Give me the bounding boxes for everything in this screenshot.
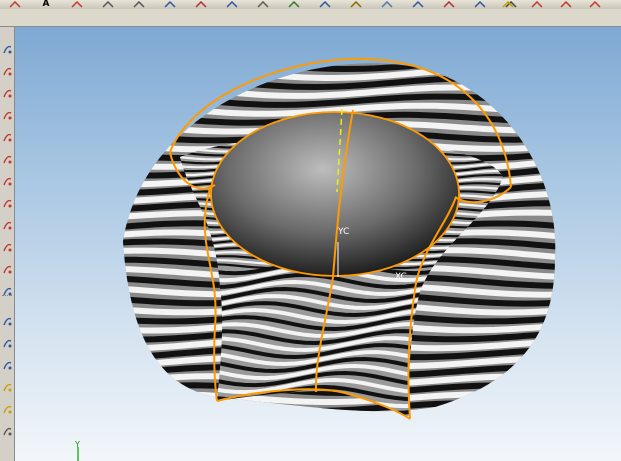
- trim-icon: [589, 0, 601, 8]
- select-icon: [502, 0, 514, 8]
- reflection-icon: [2, 405, 11, 413]
- sphere-icon: [257, 0, 269, 8]
- extend-icon: [2, 243, 11, 251]
- sew-button[interactable]: [0, 333, 14, 353]
- zoom-button[interactable]: [318, 0, 332, 8]
- offset-curve-icon: [2, 199, 11, 207]
- zoom-icon: [319, 0, 331, 8]
- blend-icon: [288, 0, 300, 8]
- circle-button[interactable]: [0, 105, 14, 125]
- n-sided-surface-icon: [2, 317, 11, 325]
- sketch-button[interactable]: [8, 0, 22, 8]
- line-button[interactable]: [0, 61, 14, 81]
- mirror-icon: [2, 221, 11, 229]
- revolve-icon: [226, 0, 238, 8]
- layer-icon: [474, 0, 486, 8]
- zebra-stripe: [180, 413, 503, 420]
- zebra-stripe: [123, 63, 556, 73]
- blend-button[interactable]: [287, 0, 301, 8]
- box-icon: [164, 0, 176, 8]
- main-toolbar: A: [0, 0, 621, 27]
- sketch-icon: [9, 0, 21, 8]
- fillet-button[interactable]: [0, 149, 14, 169]
- text-tool-button[interactable]: A: [39, 0, 53, 9]
- wcs-yc-label: YC: [337, 227, 349, 237]
- box-button[interactable]: [163, 0, 177, 8]
- reflection-button[interactable]: [0, 399, 14, 419]
- n-sided-surface-button[interactable]: [0, 311, 14, 331]
- section-button[interactable]: [0, 377, 14, 397]
- revolve-button[interactable]: [225, 0, 239, 8]
- arc-icon: [2, 89, 11, 97]
- thicken-button[interactable]: [0, 355, 14, 375]
- shade-icon: [381, 0, 393, 8]
- rotate-icon: [133, 0, 145, 8]
- extrude-button[interactable]: [194, 0, 208, 8]
- line-icon: [2, 67, 11, 75]
- zebra-stripe: [180, 405, 503, 420]
- graphics-viewport[interactable]: YC XC Y: [15, 27, 621, 461]
- view-icon: [412, 0, 424, 8]
- spline-button[interactable]: [0, 127, 14, 147]
- move-button[interactable]: [101, 0, 115, 8]
- new-sketch-button[interactable]: [0, 39, 14, 59]
- chamfer-button[interactable]: [0, 171, 14, 191]
- fillet-icon: [2, 155, 11, 163]
- offset-curve-button[interactable]: [0, 193, 14, 213]
- side-toolbar: [0, 27, 15, 461]
- measure-icon: [2, 427, 11, 435]
- point-button[interactable]: [70, 0, 84, 8]
- sphere-button[interactable]: [256, 0, 270, 8]
- through-curves-icon: [2, 265, 11, 273]
- select-button[interactable]: [501, 0, 515, 8]
- curve-button[interactable]: [530, 0, 544, 8]
- measure-button[interactable]: [0, 421, 14, 441]
- view-button[interactable]: [411, 0, 425, 8]
- toolbar-grip[interactable]: [2, 295, 12, 299]
- pan-button[interactable]: [349, 0, 363, 8]
- move-icon: [102, 0, 114, 8]
- extrude-icon: [195, 0, 207, 8]
- sew-icon: [2, 339, 11, 347]
- trim-button[interactable]: [588, 0, 602, 8]
- curve-icon: [531, 0, 543, 8]
- analysis-button[interactable]: [442, 0, 456, 8]
- thicken-icon: [2, 361, 11, 369]
- point-icon: [71, 0, 83, 8]
- absolute-y-label: Y: [74, 440, 80, 449]
- zebra-stripe: [95, 41, 595, 51]
- surface-button[interactable]: [559, 0, 573, 8]
- circle-icon: [2, 111, 11, 119]
- new-sketch-icon: [2, 45, 11, 53]
- surface-icon: [560, 0, 572, 8]
- extend-button[interactable]: [0, 237, 14, 257]
- spline-icon: [2, 133, 11, 141]
- chamfer-icon: [2, 177, 11, 185]
- through-curves-button[interactable]: [0, 259, 14, 279]
- zebra-stripe: [123, 409, 556, 412]
- toolbar-bottom: [0, 9, 621, 26]
- text-tool-icon: A: [42, 0, 50, 9]
- zebra-stripe: [95, 421, 595, 430]
- shade-button[interactable]: [380, 0, 394, 8]
- analysis-icon: [443, 0, 455, 8]
- rotate-button[interactable]: [132, 0, 146, 8]
- layer-button[interactable]: [473, 0, 487, 8]
- section-icon: [2, 383, 11, 391]
- mirror-button[interactable]: [0, 215, 14, 235]
- arc-button[interactable]: [0, 83, 14, 103]
- model-view: YC XC Y: [74, 41, 595, 461]
- wcs-xc-label: XC: [395, 272, 407, 282]
- pan-icon: [350, 0, 362, 8]
